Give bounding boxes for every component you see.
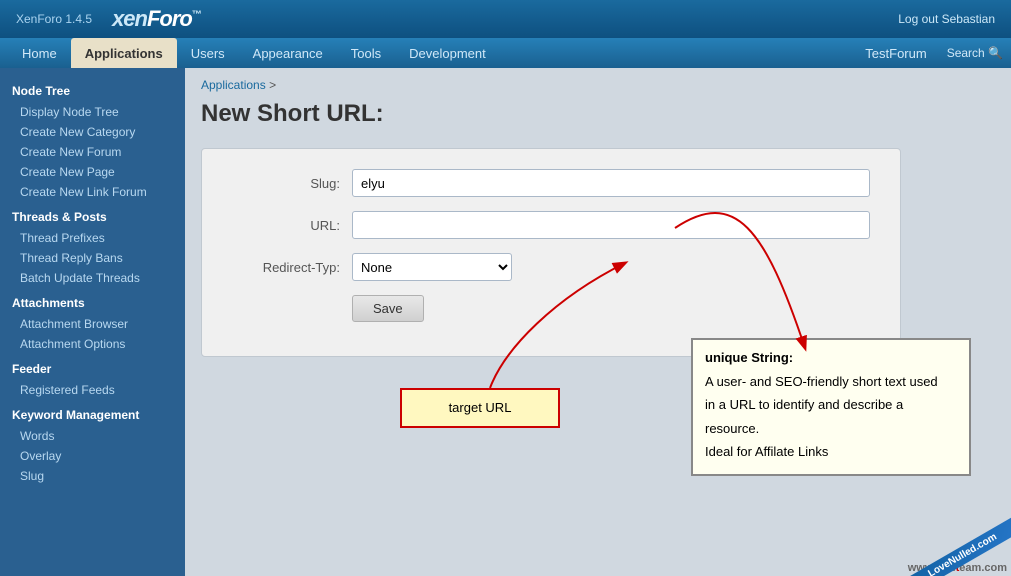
nav-left: Home Applications Users Appearance Tools…	[8, 38, 500, 68]
sidebar-item-registered-feeds[interactable]: Registered Feeds	[0, 380, 185, 400]
nav-search[interactable]: Search 🔍	[947, 46, 1003, 60]
nav-users[interactable]: Users	[177, 38, 239, 68]
sidebar-item-slug[interactable]: Slug	[0, 466, 185, 486]
sidebar-item-attachment-browser[interactable]: Attachment Browser	[0, 314, 185, 334]
sidebar-item-create-link-forum[interactable]: Create New Link Forum	[0, 182, 185, 202]
breadcrumb: Applications >	[201, 78, 995, 92]
content-area: Applications > New Short URL: Slug: URL:…	[185, 68, 1011, 576]
redirect-type-row: Redirect-Typ: None	[232, 253, 870, 281]
logout-button[interactable]: Log out Sebastian	[898, 12, 995, 26]
url-label: URL:	[232, 218, 352, 233]
sidebar-item-display-node-tree[interactable]: Display Node Tree	[0, 102, 185, 122]
sidebar-item-attachment-options[interactable]: Attachment Options	[0, 334, 185, 354]
nav-right: TestForum Search 🔍	[857, 38, 1003, 68]
sidebar-section-feeder: Feeder	[0, 354, 185, 380]
redirect-label: Redirect-Typ:	[232, 260, 352, 275]
sidebar: Node Tree Display Node Tree Create New C…	[0, 68, 185, 576]
sidebar-item-create-page[interactable]: Create New Page	[0, 162, 185, 182]
unique-desc4: Ideal for Affilate Links	[705, 442, 957, 462]
page-title: New Short URL:	[201, 100, 995, 128]
sidebar-section-attachments: Attachments	[0, 288, 185, 314]
sidebar-item-thread-prefixes[interactable]: Thread Prefixes	[0, 228, 185, 248]
sidebar-item-create-category[interactable]: Create New Category	[0, 122, 185, 142]
unique-title: unique String:	[705, 348, 957, 368]
nav-development[interactable]: Development	[395, 38, 500, 68]
unique-desc3: resource.	[705, 419, 957, 439]
slug-input-wrap	[352, 169, 870, 197]
nav-bar: Home Applications Users Appearance Tools…	[0, 38, 1011, 68]
sidebar-item-create-forum[interactable]: Create New Forum	[0, 142, 185, 162]
save-button[interactable]: Save	[352, 295, 424, 322]
callout-target-url: target URL	[400, 388, 560, 428]
nav-tools[interactable]: Tools	[337, 38, 395, 68]
sidebar-item-thread-reply-bans[interactable]: Thread Reply Bans	[0, 248, 185, 268]
callout-target-text: target URL	[449, 400, 512, 415]
nav-applications[interactable]: Applications	[71, 38, 177, 68]
breadcrumb-link[interactable]: Applications	[201, 78, 266, 92]
nav-home[interactable]: Home	[8, 38, 71, 68]
logo-xen: xen	[112, 6, 147, 31]
main-layout: Node Tree Display Node Tree Create New C…	[0, 68, 1011, 576]
sidebar-section-node-tree: Node Tree	[0, 76, 185, 102]
slug-input[interactable]	[352, 169, 870, 197]
unique-desc2: in a URL to identify and describe a	[705, 395, 957, 415]
watermark: www.nullteam.com LoveNulled.com	[811, 506, 1011, 576]
callout-unique-string: unique String: A user- and SEO-friendly …	[691, 338, 971, 476]
sidebar-item-overlay[interactable]: Overlay	[0, 446, 185, 466]
top-header: XenForo 1.4.5 xenForo™ Log out Sebastian	[0, 0, 1011, 38]
nav-testforum[interactable]: TestForum	[857, 46, 934, 61]
redirect-select[interactable]: None	[352, 253, 512, 281]
slug-row: Slug:	[232, 169, 870, 197]
save-row: Save	[232, 295, 870, 322]
form-panel: Slug: URL: Redirect-Typ: None Save	[201, 148, 901, 357]
sidebar-section-keyword: Keyword Management	[0, 400, 185, 426]
breadcrumb-separator: >	[269, 78, 276, 92]
unique-desc1: A user- and SEO-friendly short text used	[705, 372, 957, 392]
sidebar-item-words[interactable]: Words	[0, 426, 185, 446]
url-input[interactable]	[352, 211, 870, 239]
logo-text: xenForo™	[112, 6, 201, 32]
version-text: XenForo 1.4.5	[16, 12, 92, 26]
nav-appearance[interactable]: Appearance	[239, 38, 337, 68]
logo-foro: Foro	[147, 6, 192, 31]
logo-area: XenForo 1.4.5 xenForo™	[16, 6, 201, 32]
sidebar-item-batch-update-threads[interactable]: Batch Update Threads	[0, 268, 185, 288]
sidebar-section-threads: Threads & Posts	[0, 202, 185, 228]
slug-label: Slug:	[232, 176, 352, 191]
url-row: URL:	[232, 211, 870, 239]
